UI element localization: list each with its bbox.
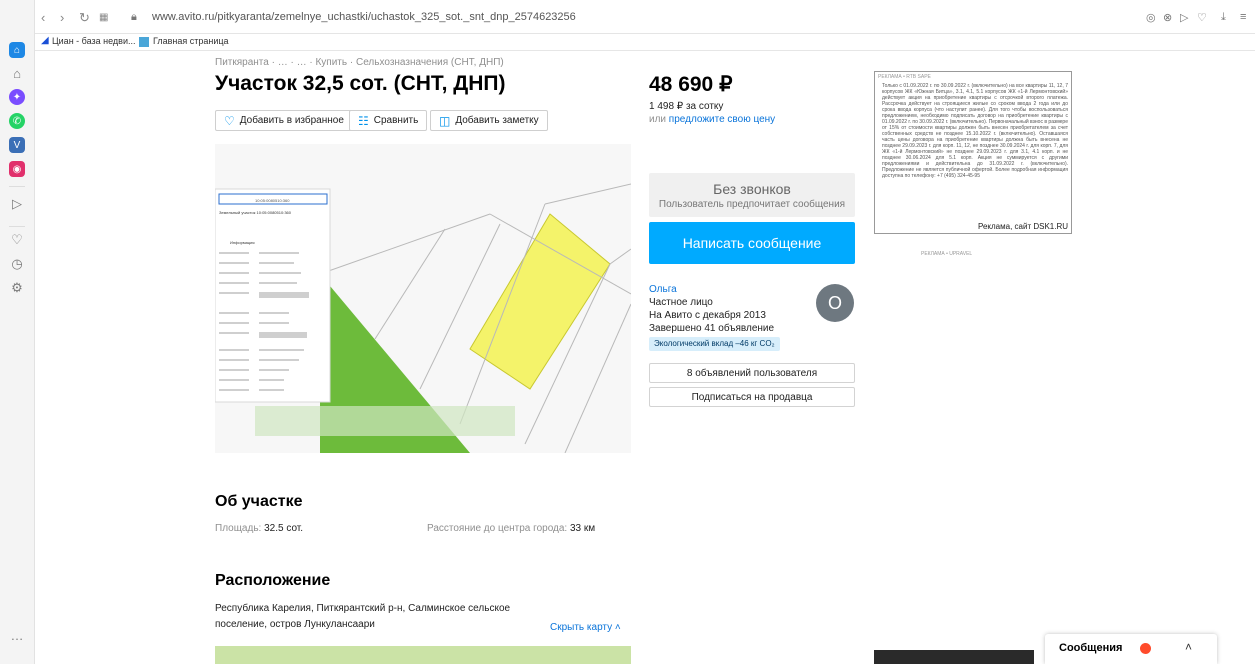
compare-label: Сравнить (373, 115, 419, 126)
area-value: 32.5 сот. (264, 523, 304, 534)
note-icon: ◫ (439, 113, 451, 128)
about-heading: Об участке (215, 493, 303, 510)
chevron-up-icon[interactable]: ˄ (1185, 640, 1192, 654)
sidebar-divider (9, 186, 25, 187)
ad-text: Только с 01.09.2022 г. по 30.09.2022 г. … (882, 83, 1068, 179)
ad-signature[interactable]: Реклама, сайт DSK1.RU (978, 222, 1068, 231)
price: 48 690 ₽ (649, 73, 733, 96)
bookmark-home[interactable]: Главная страница (153, 36, 229, 46)
messenger-icon[interactable]: ✦ (9, 89, 25, 105)
home-bookmark-icon (139, 37, 149, 47)
whatsapp-icon[interactable]: ✆ (9, 113, 25, 129)
chevron-up-icon: ˄ (614, 622, 621, 633)
area-label: Площадь: (215, 523, 262, 534)
vk-icon[interactable]: V (9, 137, 25, 153)
menu-icon[interactable]: ≡ (1240, 11, 1246, 23)
avatar[interactable]: О (816, 284, 854, 322)
send-sidebar-icon[interactable]: ▷ (9, 196, 25, 212)
instagram-icon[interactable]: ◉ (9, 161, 25, 177)
location-map[interactable] (215, 646, 631, 664)
seller-since: На Авито с декабря 2013 (649, 310, 766, 321)
breadcrumb[interactable]: Питкяранта · … · … · Купить · Сельхозназ… (215, 57, 504, 68)
messages-alert-icon (1140, 643, 1151, 654)
clock-icon[interactable]: ◷ (9, 256, 25, 272)
download-icon[interactable]: ⤓ (1221, 11, 1226, 24)
bottom-ad-strip[interactable] (874, 650, 1034, 664)
bookmark-cian[interactable]: Циан - база недви... (52, 36, 135, 46)
camera-icon[interactable]: ◎ (1146, 11, 1156, 24)
home-icon[interactable]: ⌂ (9, 42, 25, 58)
seller-name-link[interactable]: Ольга (649, 284, 677, 295)
seller-type: Частное лицо (649, 297, 713, 308)
seller-ads-button[interactable]: 8 объявлений пользователя (649, 363, 855, 383)
adblock-icon[interactable]: ⊗ (1163, 11, 1172, 24)
ad-label-secondary: РЕКЛАМА • UPRAVEL (921, 251, 973, 257)
distance-label: Расстояние до центра города: (427, 523, 568, 534)
address-line-2: поселение, остров Лункулансаари (215, 619, 375, 630)
messages-widget[interactable]: Сообщения ˄ (1045, 634, 1217, 664)
compare-icon: ☷ (358, 113, 369, 128)
messages-label: Сообщения (1059, 642, 1123, 654)
hide-map-label: Скрыть карту (550, 622, 613, 633)
heart-icon[interactable]: ♡ (9, 232, 25, 248)
no-calls-subtitle: Пользователь предпочитает сообщения (658, 199, 846, 210)
listing-title: Участок 32,5 сот. (СНТ, ДНП) (215, 72, 506, 95)
area-property: Площадь: 32.5 сот. (215, 523, 303, 534)
note-label: Добавить заметку (455, 115, 539, 126)
lock-icon: 🔒︎ (131, 11, 137, 23)
heart-outline-icon: ♡ (224, 113, 235, 128)
favorites-label: Добавить в избранное (239, 115, 344, 126)
hide-map-link[interactable]: Скрыть карту ˄ (550, 622, 621, 633)
cadastral-map-image: 10:05:0080510:360 Земельный участок 10:0… (215, 144, 631, 453)
address-url[interactable]: www.avito.ru/pitkyaranta/zemelnye_uchast… (152, 11, 576, 23)
sidebar-divider (9, 226, 25, 227)
inset-title: Земельный участок 10:05:0080510:360 (219, 210, 292, 215)
favorites-icon[interactable]: ♡ (1197, 11, 1207, 24)
address-line-1: Республика Карелия, Питкярантский р-н, С… (215, 603, 511, 614)
ad-banner[interactable]: РЕКЛАМА • RTB SAPE Только с 01.09.2022 г… (874, 71, 1072, 234)
no-calls-notice: Без звонков Пользователь предпочитает со… (649, 173, 855, 217)
no-calls-title: Без звонков (713, 181, 791, 197)
settings-icon[interactable]: ⚙ (9, 280, 25, 296)
offer-line: или предложите свою цену (649, 114, 775, 125)
forward-icon[interactable]: › (60, 10, 64, 25)
compare-button[interactable]: ☷ Сравнить (349, 110, 428, 131)
reload-icon[interactable]: ↻ (79, 10, 90, 26)
send-icon[interactable]: ▷ (1180, 11, 1188, 24)
distance-value: 33 км (570, 523, 596, 534)
subscribe-seller-button[interactable]: Подписаться на продавца (649, 387, 855, 407)
house-outline-icon[interactable]: ⌂ (9, 66, 25, 82)
more-icon[interactable]: … (9, 628, 25, 644)
offer-prefix: или (649, 114, 667, 125)
back-icon[interactable]: ‹ (41, 10, 45, 25)
seller-completed: Завершено 41 объявление (649, 323, 775, 334)
location-heading: Расположение (215, 572, 331, 589)
offer-price-link[interactable]: предложите свою цену (669, 114, 775, 125)
distance-property: Расстояние до центра города: 33 км (427, 523, 595, 534)
eco-badge[interactable]: Экологический вклад –46 кг CO₂ (649, 337, 780, 351)
inset-tab: Информация (230, 240, 255, 245)
add-note-button[interactable]: ◫ Добавить заметку (430, 110, 548, 131)
ad-label: РЕКЛАМА • RTB SAPE (878, 74, 931, 80)
price-per-sotka: 1 498 ₽ за сотку (649, 101, 724, 112)
write-message-button[interactable]: Написать сообщение (649, 222, 855, 264)
inset-search-text: 10:05:0080510:360 (255, 198, 290, 203)
add-to-favorites-button[interactable]: ♡ Добавить в избранное (215, 110, 353, 131)
tabs-grid-icon[interactable]: ▦ (99, 12, 108, 23)
cian-bookmark-icon: ◢ (41, 35, 49, 46)
listing-photo[interactable]: 10:05:0080510:360 Земельный участок 10:0… (215, 144, 631, 453)
